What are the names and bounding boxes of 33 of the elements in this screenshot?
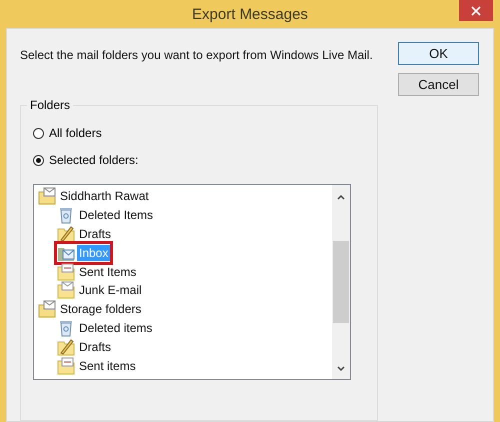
close-button[interactable] [459, 0, 493, 21]
tree-item[interactable]: Junk E-mail [77, 282, 144, 298]
radio-option[interactable]: All folders [33, 126, 102, 140]
instruction-text: Select the mail folders you want to export from Windows Live Mail. [20, 48, 373, 64]
mail-folder-icon [38, 300, 56, 318]
cancel-button[interactable]: Cancel [398, 73, 479, 96]
scroll-down-icon[interactable] [336, 365, 346, 373]
tree-item[interactable]: Deleted items [77, 320, 154, 336]
tree-item[interactable]: Drafts [77, 226, 114, 242]
mail-folder-icon [57, 356, 75, 375]
scroll-thumb[interactable] [333, 241, 349, 323]
radio-option[interactable]: Selected folders: [33, 153, 138, 167]
ok-button[interactable]: OK [398, 42, 479, 65]
scroll-up-icon[interactable] [336, 193, 346, 201]
tree-item[interactable]: Siddharth Rawat [58, 188, 151, 204]
mail-folder-icon [38, 187, 56, 206]
tree-item[interactable]: Sent Items [77, 264, 138, 280]
close-icon[interactable] [471, 6, 481, 16]
radio-icon[interactable] [33, 128, 44, 138]
pencil-folder-icon [57, 224, 75, 243]
group-title: Folders [27, 98, 74, 112]
tree-item[interactable]: Sent items [77, 358, 138, 374]
radio-icon[interactable] [33, 154, 44, 166]
bin-icon [57, 206, 75, 224]
tree-item[interactable]: Storage folders [58, 301, 144, 318]
window-title: Export Messages [192, 6, 308, 22]
mail-folder-icon [57, 281, 75, 300]
scrollbar[interactable] [332, 185, 350, 379]
bin-icon [57, 318, 75, 337]
tree-item[interactable]: Deleted Items [77, 207, 156, 224]
pencil-folder-icon [57, 338, 75, 356]
mail-folder-icon [57, 262, 75, 281]
tree-item[interactable]: Drafts [77, 338, 114, 355]
